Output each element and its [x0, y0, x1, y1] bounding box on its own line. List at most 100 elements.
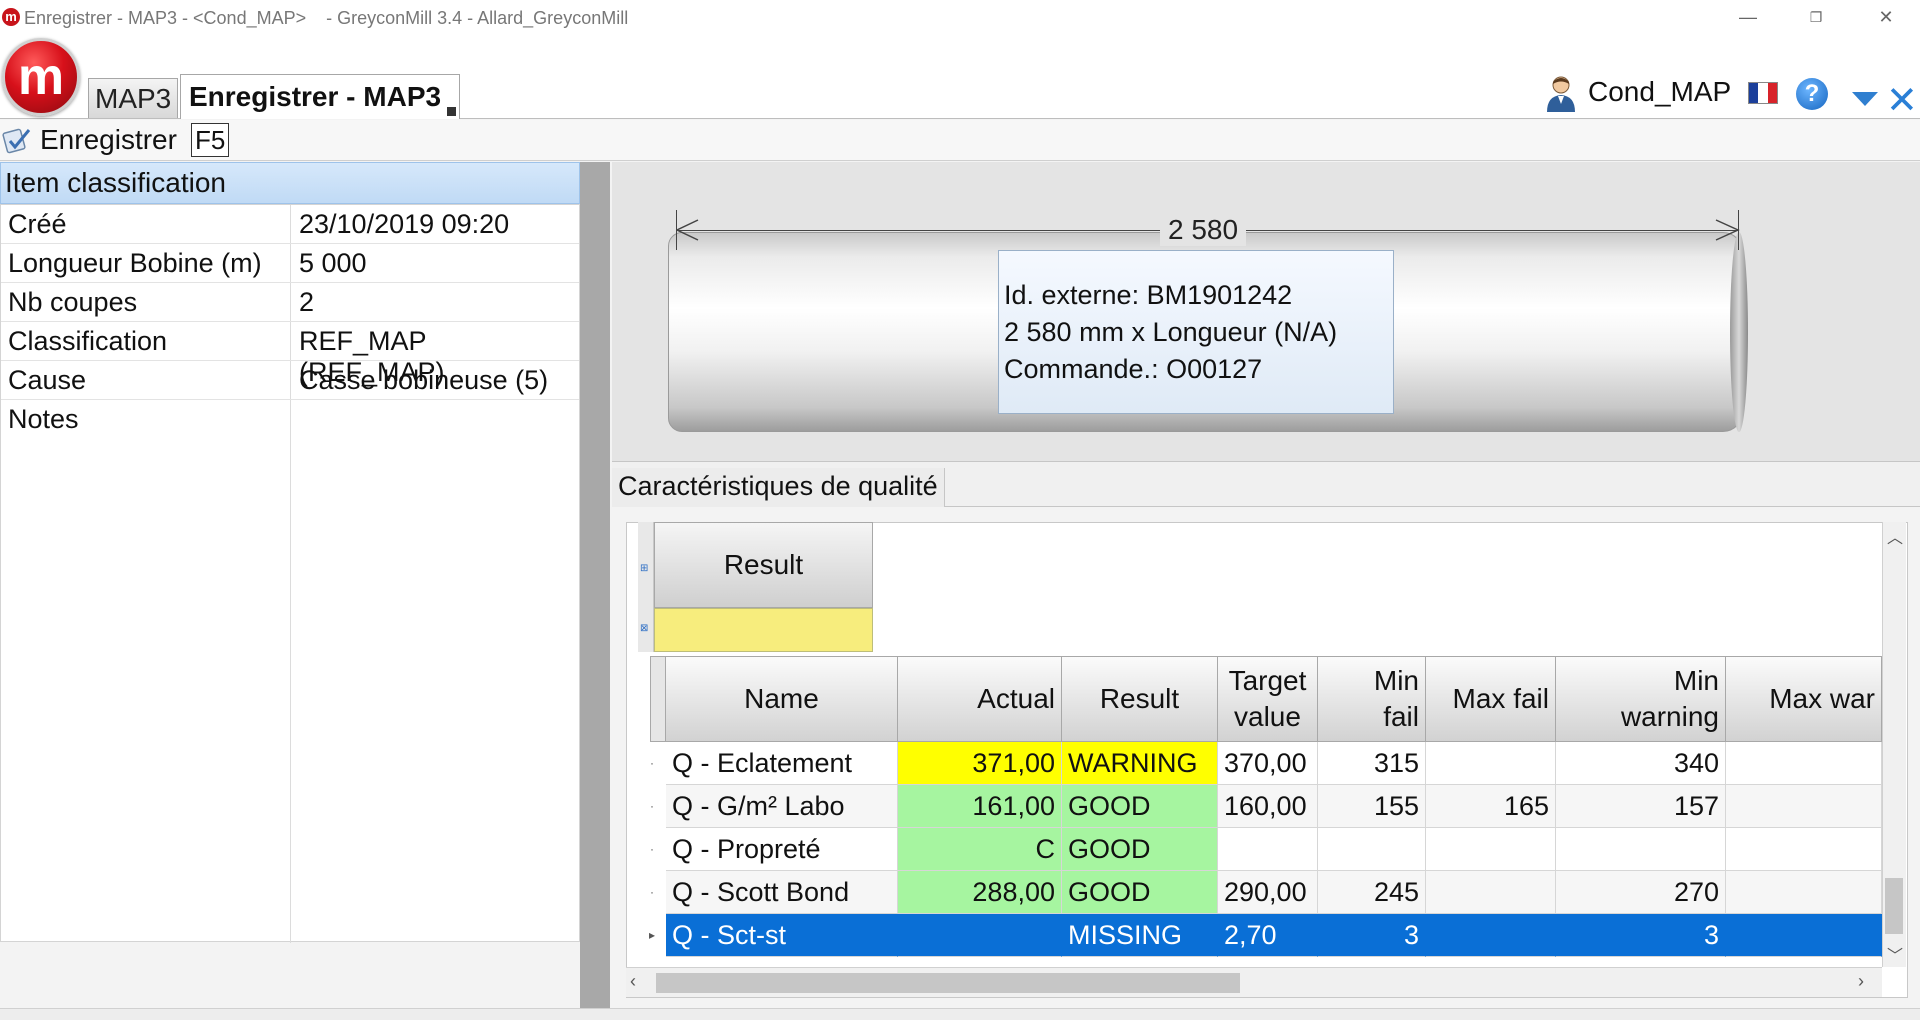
- cell-name[interactable]: Q - Scott Bond: [666, 871, 898, 914]
- property-row[interactable]: Classification REF_MAP (REF_MAP): [1, 322, 579, 387]
- property-value[interactable]: 23/10/2019 09:20: [299, 209, 509, 240]
- cell-actual[interactable]: 161,00: [898, 785, 1062, 828]
- cell-max-warning[interactable]: [1726, 871, 1882, 914]
- cell-min-fail[interactable]: 315: [1318, 742, 1426, 785]
- property-value[interactable]: Casse bobineuse (5): [299, 365, 548, 396]
- property-value[interactable]: 5 000: [299, 248, 367, 279]
- property-row[interactable]: Cause Casse bobineuse (5): [1, 361, 579, 400]
- cell-name[interactable]: Q - Sct-st: [666, 914, 898, 957]
- cell-name[interactable]: Q - Eclatement: [666, 742, 898, 785]
- table-row[interactable]: · Q - Scott Bond 288,00 GOOD 290,00 245 270: [638, 871, 1882, 914]
- cell-name[interactable]: Q - G/m² Labo: [666, 785, 898, 828]
- cell-result[interactable]: WARNING: [1062, 742, 1218, 785]
- horizontal-scrollbar[interactable]: ‹ ›: [626, 967, 1882, 997]
- header-col-name[interactable]: Name: [666, 656, 898, 742]
- table-row[interactable]: · Q - Eclatement 371,00 WARNING 370,00 315 340: [638, 742, 1882, 785]
- scroll-down-icon[interactable]: ﹀: [1887, 942, 1903, 966]
- cell-max-fail[interactable]: [1426, 914, 1556, 957]
- cell-result[interactable]: MISSING: [1062, 914, 1218, 957]
- tab-quality-characteristics[interactable]: Caractéristiques de qualité: [612, 468, 945, 507]
- table-row[interactable]: · Q - Propreté C GOOD: [638, 828, 1882, 871]
- minimize-button[interactable]: —: [1728, 4, 1768, 30]
- french-flag-icon[interactable]: [1748, 82, 1778, 104]
- vertical-scrollbar[interactable]: ︿ ﹀: [1882, 522, 1906, 967]
- order-number: Commande.: O00127: [1004, 354, 1263, 384]
- expand-icon[interactable]: ⊞: [640, 564, 650, 574]
- horizontal-scroll-thumb[interactable]: [656, 973, 1240, 993]
- row-marker-icon[interactable]: ▸: [638, 914, 666, 957]
- header-col-min-warning[interactable]: Min warning: [1556, 656, 1726, 742]
- tab-module[interactable]: MAP3: [88, 78, 179, 118]
- close-window-button[interactable]: ✕: [1866, 4, 1906, 30]
- header-col-max-fail[interactable]: Max fail: [1426, 656, 1556, 742]
- cell-max-fail[interactable]: 165: [1426, 785, 1556, 828]
- window-title: Enregistrer - MAP3 - <Cond_MAP> - Greyco…: [24, 8, 629, 28]
- cell-target-value[interactable]: [1218, 828, 1318, 871]
- restore-button[interactable]: ❐: [1796, 4, 1836, 30]
- cell-actual[interactable]: [898, 914, 1062, 957]
- cell-max-warning[interactable]: [1726, 914, 1882, 957]
- property-value[interactable]: 2: [299, 287, 314, 318]
- cell-min-warning[interactable]: 340: [1556, 742, 1726, 785]
- cell-max-warning[interactable]: [1726, 785, 1882, 828]
- cell-name[interactable]: Q - Propreté: [666, 828, 898, 871]
- header-col-max-warning[interactable]: Max war: [1726, 656, 1882, 742]
- row-marker-icon[interactable]: ·: [638, 828, 666, 871]
- header-col-actual[interactable]: Actual: [898, 656, 1062, 742]
- user-name[interactable]: Cond_MAP: [1588, 76, 1731, 108]
- header-col-target-value[interactable]: Target value: [1218, 656, 1318, 742]
- cell-min-fail[interactable]: [1318, 828, 1426, 871]
- chevron-down-icon[interactable]: [1852, 92, 1878, 106]
- cell-actual[interactable]: C: [898, 828, 1062, 871]
- cell-result[interactable]: GOOD: [1062, 871, 1218, 914]
- cell-min-fail[interactable]: 155: [1318, 785, 1426, 828]
- cell-target-value[interactable]: 370,00: [1218, 742, 1318, 785]
- cell-min-warning[interactable]: 3: [1556, 914, 1726, 957]
- filter-clear-icon[interactable]: ⊠: [640, 624, 650, 634]
- property-row[interactable]: Créé 23/10/2019 09:20: [1, 205, 579, 244]
- row-selector-header[interactable]: [650, 656, 666, 742]
- header-col-min-fail[interactable]: Min fail: [1318, 656, 1426, 742]
- cell-min-warning[interactable]: 270: [1556, 871, 1726, 914]
- cell-target-value[interactable]: 290,00: [1218, 871, 1318, 914]
- cell-max-warning[interactable]: [1726, 828, 1882, 871]
- cell-max-fail[interactable]: [1426, 871, 1556, 914]
- cell-max-fail[interactable]: [1426, 742, 1556, 785]
- cell-min-warning[interactable]: [1556, 828, 1726, 871]
- property-row[interactable]: Longueur Bobine (m) 5 000: [1, 244, 579, 283]
- cell-max-warning[interactable]: [1726, 742, 1882, 785]
- scroll-left-icon[interactable]: ‹: [630, 971, 636, 992]
- scroll-up-icon[interactable]: ︿: [1887, 524, 1903, 548]
- scroll-right-icon[interactable]: ›: [1858, 971, 1864, 992]
- close-tab-icon[interactable]: ✕: [1886, 82, 1918, 120]
- panel-splitter[interactable]: [580, 162, 610, 1012]
- row-marker-icon[interactable]: ·: [638, 742, 666, 785]
- item-classification-panel: Item classification Créé 23/10/2019 09:2…: [0, 162, 580, 1020]
- header-col-result[interactable]: Result: [1062, 656, 1218, 742]
- cell-target-value[interactable]: 160,00: [1218, 785, 1318, 828]
- property-row-notes[interactable]: Notes: [1, 400, 579, 946]
- group-by-result-header[interactable]: Result: [654, 522, 873, 608]
- cell-min-fail[interactable]: 3: [1318, 914, 1426, 957]
- cell-min-fail[interactable]: 245: [1318, 871, 1426, 914]
- cell-actual[interactable]: 371,00: [898, 742, 1062, 785]
- cell-actual[interactable]: 288,00: [898, 871, 1062, 914]
- property-row[interactable]: Nb coupes 2: [1, 283, 579, 322]
- cell-result[interactable]: GOOD: [1062, 828, 1218, 871]
- row-marker-icon[interactable]: ·: [638, 871, 666, 914]
- cell-target-value[interactable]: 2,70: [1218, 914, 1318, 957]
- vertical-scroll-thumb[interactable]: [1885, 878, 1903, 934]
- cell-min-warning[interactable]: 157: [1556, 785, 1726, 828]
- result-filter-cell[interactable]: [654, 608, 873, 652]
- help-icon[interactable]: ?: [1796, 78, 1828, 110]
- row-marker-icon[interactable]: ·: [638, 785, 666, 828]
- roll-dimensions: 2 580 mm x Longueur (N/A): [1004, 317, 1338, 347]
- tab-enregistrer[interactable]: Enregistrer - MAP3: [180, 74, 460, 119]
- app-header: m MAP3 Enregistrer - MAP3 Cond_MAP ?: [0, 34, 1920, 119]
- cell-max-fail[interactable]: [1426, 828, 1556, 871]
- save-button[interactable]: Enregistrer F5: [2, 122, 230, 158]
- table-row[interactable]: · Q - G/m² Labo 161,00 GOOD 160,00 155 165 157: [638, 785, 1882, 828]
- cell-result[interactable]: GOOD: [1062, 785, 1218, 828]
- table-row[interactable]: ▸ Q - Sct-st MISSING 2,70 3 3: [638, 914, 1882, 957]
- app-logo-icon[interactable]: m: [2, 38, 80, 116]
